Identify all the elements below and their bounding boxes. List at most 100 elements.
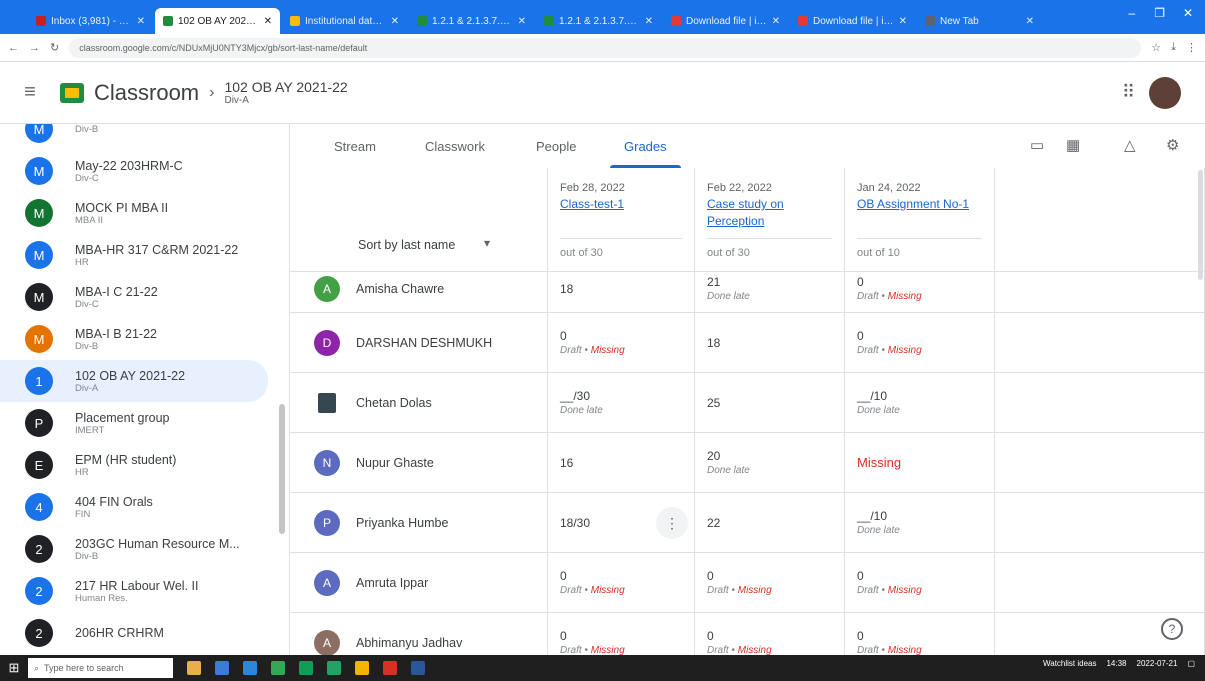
account-avatar[interactable] — [1149, 77, 1181, 109]
close-tab-icon[interactable]: ✕ — [518, 16, 526, 27]
gear-icon[interactable]: ⚙ — [1166, 136, 1179, 154]
more-options-icon[interactable]: ⋮ — [656, 507, 688, 539]
browser-tab[interactable]: Download file | iLovePDF ✕ — [663, 8, 788, 34]
sort-dropdown[interactable]: Sort by last name — [358, 238, 455, 252]
browser-tab[interactable]: 1.2.1 & 2.1.3.7.xlsx - Goog... ✕ — [536, 8, 661, 34]
classroom-logo-icon[interactable] — [60, 82, 84, 103]
download-icon[interactable]: ⤓ — [1171, 41, 1176, 54]
grade-cell[interactable]: 0 Draft • Missing — [695, 553, 845, 612]
grade-cell[interactable]: 0 Draft • Missing — [548, 313, 695, 372]
assignment-title-link[interactable]: OB Assignment No-1 — [857, 196, 982, 213]
forward-icon[interactable]: → — [29, 42, 40, 54]
sidebar-scrollbar[interactable] — [279, 404, 285, 534]
close-window-icon[interactable]: ✕ — [1183, 6, 1193, 20]
notification-icon[interactable]: ▢ — [1187, 659, 1195, 668]
browser-tab[interactable]: New Tab ✕ — [917, 8, 1042, 34]
taskbar-app-icon[interactable] — [299, 661, 313, 675]
sidebar-class-item[interactable]: 4 404 FIN Orals FIN — [0, 486, 289, 528]
sidebar-class-item[interactable]: M Div-B — [0, 124, 289, 150]
back-icon[interactable]: ← — [8, 42, 19, 54]
grade-cell[interactable]: 0 Draft • Missing — [548, 613, 695, 655]
clock-time[interactable]: 14:38 — [1106, 659, 1126, 668]
student-cell[interactable]: A Amruta Ippar — [290, 553, 548, 612]
url-field[interactable]: classroom.google.com/c/NDUxMjU0NTY3Mjcx/… — [69, 37, 1142, 58]
grade-cell[interactable]: 0 Draft • Missing — [845, 553, 995, 612]
sidebar-class-item[interactable]: P Placement group IMERT — [0, 402, 289, 444]
chrome-taskbar-icon[interactable] — [271, 661, 285, 675]
grade-cell[interactable]: 20 Done late — [695, 433, 845, 492]
excel-taskbar-icon[interactable] — [327, 661, 341, 675]
sidebar-class-item[interactable]: M MBA-I C 21-22 Div-C — [0, 276, 289, 318]
video-meet-icon[interactable]: ▭ — [1030, 136, 1044, 154]
browser-tab[interactable]: Inbox (3,981) - vivekana... ✕ — [28, 8, 153, 34]
grade-cell[interactable]: Missing — [845, 433, 995, 492]
tab-classwork[interactable]: Classwork — [425, 124, 485, 168]
maximize-icon[interactable]: ❐ — [1154, 6, 1165, 20]
student-cell[interactable]: A Amisha Chawre — [290, 265, 548, 312]
close-tab-icon[interactable]: ✕ — [264, 16, 272, 27]
grade-cell[interactable]: 0 Draft • Missing — [845, 613, 995, 655]
sidebar-class-item[interactable]: M MBA-I B 21-22 Div-B — [0, 318, 289, 360]
student-cell[interactable]: N Nupur Ghaste — [290, 433, 548, 492]
close-tab-icon[interactable]: ✕ — [899, 16, 907, 27]
taskbar-app-icon[interactable] — [215, 661, 229, 675]
sidebar-class-item[interactable]: E EPM (HR student) HR — [0, 444, 289, 486]
grade-cell[interactable]: __/10 Done late — [845, 373, 995, 432]
grade-cell[interactable]: 21 Done late — [695, 265, 845, 312]
grade-cell[interactable]: 18 — [695, 313, 845, 372]
tab-grades[interactable]: Grades — [610, 124, 681, 168]
student-name[interactable]: Amisha Chawre — [356, 282, 444, 296]
clock-date[interactable]: 2022-07-21 — [1137, 659, 1178, 668]
assignment-title-link[interactable]: Case study on Perception — [707, 196, 832, 230]
grade-cell[interactable]: __/30 Done late — [548, 373, 695, 432]
close-tab-icon[interactable]: ✕ — [1026, 16, 1034, 27]
help-icon[interactable]: ? — [1161, 618, 1183, 640]
google-apps-icon[interactable]: ⠿ — [1122, 82, 1135, 103]
grade-cell[interactable]: 0 Draft • Missing — [845, 265, 995, 312]
caret-down-icon[interactable]: ▾ — [484, 236, 490, 250]
student-name[interactable]: Nupur Ghaste — [356, 456, 434, 470]
bookmark-star-icon[interactable]: ☆ — [1151, 41, 1161, 54]
taskbar-app-icon[interactable] — [355, 661, 369, 675]
word-taskbar-icon[interactable] — [411, 661, 425, 675]
sidebar-class-item[interactable]: 2 217 HR Labour Wel. II Human Res. — [0, 570, 289, 612]
browser-tab[interactable]: 1.2.1 & 2.1.3.7.xlsx - Goog... ✕ — [409, 8, 534, 34]
grade-cell[interactable]: 25 — [695, 373, 845, 432]
student-cell[interactable]: P Priyanka Humbe — [290, 493, 548, 552]
grade-cell[interactable]: 18/30 ⋮ — [548, 493, 695, 552]
browser-tab[interactable]: Institutional data in the p... ✕ — [282, 8, 407, 34]
student-cell[interactable]: A Abhimanyu Jadhav — [290, 613, 548, 655]
grade-cell[interactable]: 0 Draft • Missing — [548, 553, 695, 612]
windows-start-icon[interactable]: ⊞ — [0, 660, 28, 676]
grade-cell[interactable]: 0 Draft • Missing — [695, 613, 845, 655]
tab-people[interactable]: People — [536, 124, 576, 168]
browser-tab[interactable]: Download file | iLovePDF ✕ — [790, 8, 915, 34]
sidebar-class-item[interactable]: 2 203GC Human Resource M... Div-B — [0, 528, 289, 570]
hamburger-menu-icon[interactable]: ≡ — [0, 81, 60, 104]
sidebar-class-item[interactable]: M MOCK PI MBA II MBA II — [0, 192, 289, 234]
grid-scrollbar[interactable] — [1198, 170, 1203, 280]
sidebar-class-item[interactable]: M May-22 203HRM-C Div-C — [0, 150, 289, 192]
student-name[interactable]: Amruta Ippar — [356, 576, 428, 590]
taskbar-app-icon[interactable] — [243, 661, 257, 675]
sidebar-class-item[interactable]: 1 102 OB AY 2021-22 Div-A — [0, 360, 268, 402]
student-name[interactable]: DARSHAN DESHMUKH — [356, 336, 492, 350]
student-name[interactable]: Chetan Dolas — [356, 396, 432, 410]
taskbar-app-icon[interactable] — [187, 661, 201, 675]
grade-cell[interactable]: 0 Draft • Missing — [845, 313, 995, 372]
sidebar-class-item[interactable]: M MBA-HR 317 C&RM 2021-22 HR — [0, 234, 289, 276]
minimize-icon[interactable]: – — [1128, 6, 1135, 20]
reload-icon[interactable]: ↻ — [50, 41, 59, 54]
student-cell[interactable]: Chetan Dolas — [290, 373, 548, 432]
browser-menu-icon[interactable]: ⋮ — [1186, 41, 1197, 54]
close-tab-icon[interactable]: ✕ — [772, 16, 780, 27]
sidebar-class-item[interactable]: 2 206HR CRHRM — [0, 612, 289, 654]
close-tab-icon[interactable]: ✕ — [137, 16, 145, 27]
student-name[interactable]: Abhimanyu Jadhav — [356, 636, 462, 650]
grade-cell[interactable]: 18 — [548, 265, 695, 312]
taskbar-app-icon[interactable] — [383, 661, 397, 675]
grade-cell[interactable]: 22 — [695, 493, 845, 552]
taskbar-search[interactable]: ⌕ Type here to search — [28, 658, 173, 678]
grade-cell[interactable]: __/10 Done late — [845, 493, 995, 552]
student-name[interactable]: Priyanka Humbe — [356, 516, 448, 530]
